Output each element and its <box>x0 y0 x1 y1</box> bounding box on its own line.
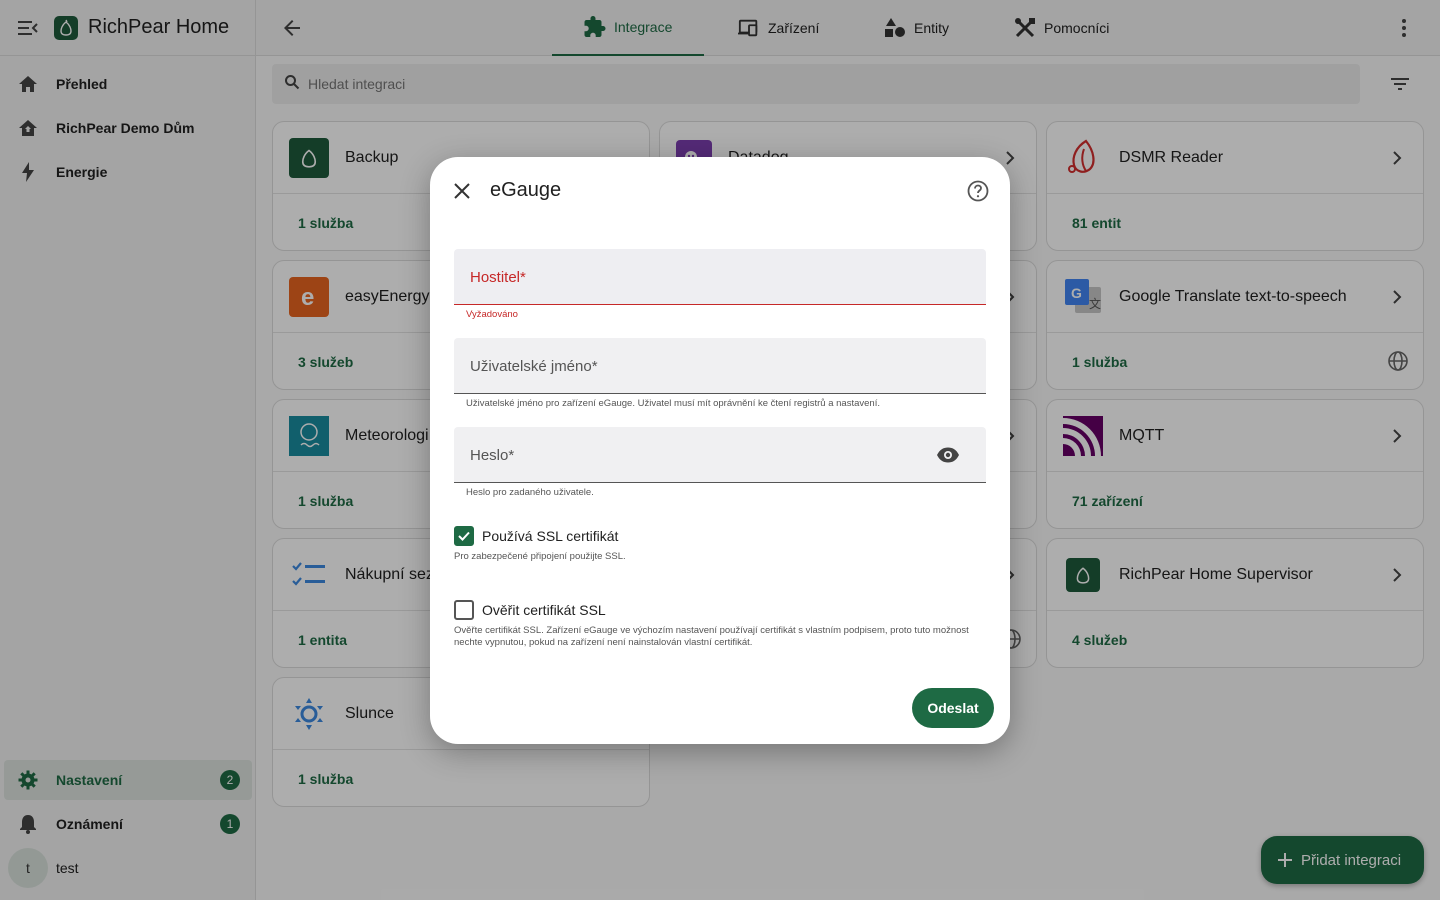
password-field-label: Heslo* <box>470 447 515 464</box>
host-field-error: Vyžadováno <box>466 309 518 320</box>
username-field-label: Uživatelské jméno* <box>470 358 598 375</box>
submit-button[interactable]: Odeslat <box>912 688 994 728</box>
username-field-helper: Uživatelské jméno pro zařízení eGauge. U… <box>466 398 880 409</box>
ssl-checkbox-row[interactable]: Používá SSL certifikát <box>454 526 618 546</box>
dialog-title: eGauge <box>490 179 562 201</box>
ssl-checkbox-label: Používá SSL certifikát <box>482 528 619 544</box>
host-field[interactable]: Hostitel* <box>454 249 986 305</box>
username-field[interactable]: Uživatelské jméno* <box>454 338 986 394</box>
password-field[interactable]: Heslo* <box>454 427 986 483</box>
config-dialog: eGauge Hostitel* Vyžadováno Uživatelské … <box>430 157 1010 744</box>
verify-ssl-checkbox-row[interactable]: Ověřit certifikát SSL <box>454 600 606 620</box>
verify-ssl-checkbox[interactable] <box>454 600 474 620</box>
ssl-checkbox[interactable] <box>454 526 474 546</box>
verify-ssl-helper: Ověřte certifikát SSL. Zařízení eGauge v… <box>454 625 969 648</box>
close-icon[interactable] <box>450 179 474 203</box>
help-icon[interactable] <box>966 179 990 203</box>
eye-icon[interactable] <box>936 443 960 467</box>
host-field-label: Hostitel* <box>470 269 526 286</box>
password-field-helper: Heslo pro zadaného uživatele. <box>466 487 594 498</box>
verify-ssl-checkbox-label: Ověřit certifikát SSL <box>482 602 606 618</box>
ssl-helper: Pro zabezpečené připojení použijte SSL. <box>454 551 626 562</box>
